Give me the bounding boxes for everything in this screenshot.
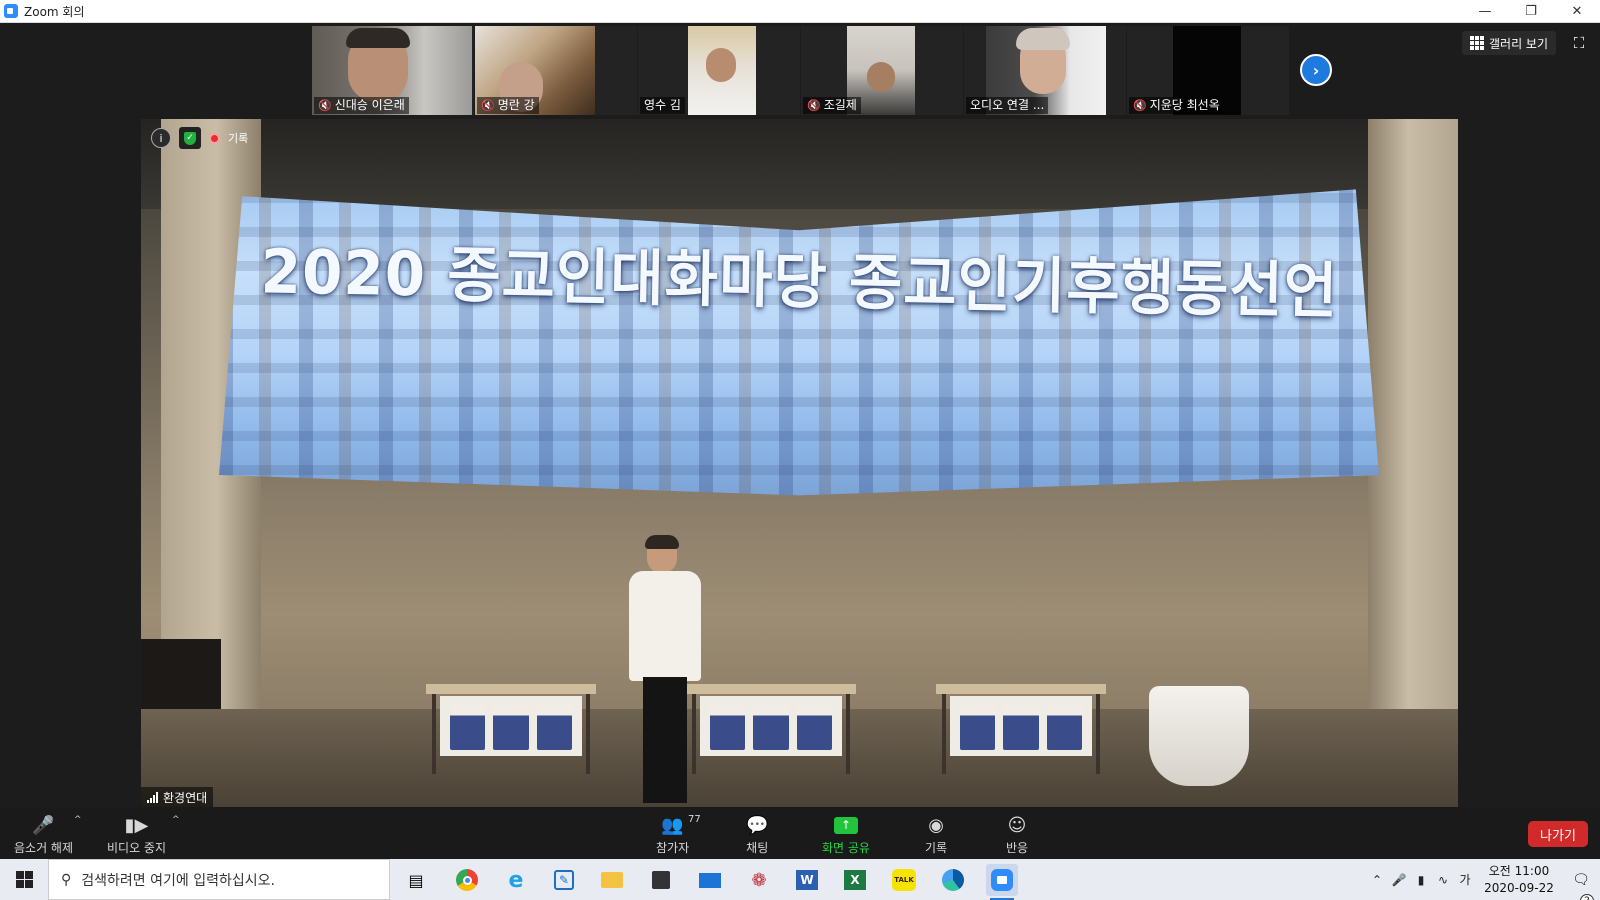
participant-name: 🔇 조길제 xyxy=(803,97,861,114)
system-tray: ⌃ 🎤 ▮ ∿ 가 오전 11:00 2020-09-22 🗨 2 xyxy=(1366,859,1600,900)
stop-video-button[interactable]: ▮▶ 비디오 중지 xyxy=(107,813,166,856)
participant-name: 🔇 신대승 이은래 xyxy=(314,97,409,114)
word-icon[interactable]: W xyxy=(791,864,823,896)
notification-icon: 🗨 xyxy=(1572,871,1590,888)
reactions-button[interactable]: ☺ 반응 xyxy=(1006,813,1028,856)
action-center-button[interactable]: 🗨 2 xyxy=(1562,871,1600,900)
share-screen-button[interactable]: ↑ 화면 공유 xyxy=(822,813,870,856)
recording-label: 기록 xyxy=(228,132,249,145)
active-speaker-video: 2020 종교인대화마당 종교인기후행동선언 i ✓ 기록 환경연대 xyxy=(141,119,1458,807)
chat-button[interactable]: 💬 채팅 xyxy=(746,813,768,856)
participant-tile[interactable]: 영수 김 xyxy=(638,26,800,115)
participant-tile[interactable]: 🔇 명란 강 xyxy=(475,26,637,115)
participant-tile[interactable]: 🔇 지윤당 최선옥 xyxy=(1127,26,1289,115)
zoom-app-icon xyxy=(4,4,18,18)
speaker-person xyxy=(619,535,711,807)
start-button[interactable] xyxy=(0,859,48,900)
gallery-view-button[interactable]: 갤러리 보기 xyxy=(1462,31,1557,55)
search-placeholder: 검색하려면 여기에 입력하십시오. xyxy=(81,872,275,889)
mail-icon[interactable] xyxy=(694,864,726,896)
window-title: Zoom 회의 xyxy=(24,4,85,19)
participant-name: 오디오 연결 ... xyxy=(966,97,1049,114)
taskbar-search[interactable]: ⚲ 검색하려면 여기에 입력하십시오. xyxy=(48,859,390,900)
chevron-right-icon: › xyxy=(1312,60,1320,80)
participant-tile[interactable]: 🔇 조길제 xyxy=(801,26,963,115)
clock-time: 오전 11:00 xyxy=(1488,863,1550,878)
record-icon: ◉ xyxy=(928,814,944,836)
participant-strip: 🔇 신대승 이은래 🔇 명란 강 영수 김 🔇 조길제 오디오 연결 ... 🔇… xyxy=(312,26,1290,115)
title-bar: Zoom 회의 — ❐ ✕ xyxy=(0,0,1600,23)
paint-icon[interactable]: ❁ xyxy=(743,864,775,896)
minimize-button[interactable]: — xyxy=(1462,0,1508,23)
share-screen-icon: ↑ xyxy=(833,813,858,837)
next-participants-button[interactable]: › xyxy=(1300,54,1332,86)
taskbar-clock[interactable]: 오전 11:00 2020-09-22 xyxy=(1476,863,1562,897)
mic-off-icon: 🎤 xyxy=(32,814,55,836)
chat-bubble-icon: 💬 xyxy=(746,814,769,836)
mic-muted-icon: 🔇 xyxy=(807,99,821,112)
gallery-view-label: 갤러리 보기 xyxy=(1489,36,1549,51)
video-camera-icon: ▮▶ xyxy=(124,814,149,836)
leave-meeting-button[interactable]: 나가기 xyxy=(1528,821,1588,847)
internet-explorer-icon[interactable]: e xyxy=(500,864,532,896)
mic-muted-icon: 🔇 xyxy=(481,99,495,112)
windows-logo-icon xyxy=(15,871,33,888)
video-options-caret[interactable]: ^ xyxy=(172,815,180,825)
mic-muted-icon: 🔇 xyxy=(1133,99,1147,112)
grid-icon xyxy=(1470,36,1484,50)
chrome-icon[interactable] xyxy=(451,864,483,896)
signal-strength-icon xyxy=(147,791,158,803)
meeting-area: 🔇 신대승 이은래 🔇 명란 강 영수 김 🔇 조길제 오디오 연결 ... 🔇… xyxy=(0,23,1600,807)
notes-icon[interactable]: ✎ xyxy=(548,864,580,896)
panel-table xyxy=(936,684,1106,774)
participant-tile[interactable]: 🔇 신대승 이은래 xyxy=(312,26,474,115)
chevron-up-icon[interactable]: ⌃ xyxy=(1366,873,1388,887)
mic-muted-icon: 🔇 xyxy=(318,99,332,112)
edge-icon[interactable] xyxy=(937,864,969,896)
restore-button[interactable]: ❐ xyxy=(1508,0,1554,23)
clock-date: 2020-09-22 xyxy=(1484,880,1554,895)
notification-count: 2 xyxy=(1580,893,1594,900)
zoom-window: Zoom 회의 — ❐ ✕ 🔇 신대승 이은래 🔇 명란 강 영수 김 🔇 조길… xyxy=(0,0,1600,900)
windows-taskbar: ⚲ 검색하려면 여기에 입력하십시오. ▤ e ✎ ❁ W X TALK ⌃ 🎤… xyxy=(0,859,1600,900)
security-shield-icon[interactable]: ✓ xyxy=(179,127,201,149)
task-view-icon[interactable]: ▤ xyxy=(400,864,432,896)
window-controls: — ❐ ✕ xyxy=(1462,0,1600,23)
participants-button[interactable]: 👥 참가자 xyxy=(656,813,689,856)
fullscreen-icon: ⛶ xyxy=(1573,34,1585,52)
info-icon[interactable]: i xyxy=(151,128,171,148)
participant-name: 영수 김 xyxy=(640,97,685,114)
store-icon[interactable] xyxy=(645,864,677,896)
ime-indicator[interactable]: 가 xyxy=(1454,871,1476,888)
file-explorer-icon[interactable] xyxy=(596,864,628,896)
speaker-name-tag: 환경연대 xyxy=(141,787,214,807)
participant-name: 🔇 명란 강 xyxy=(477,97,539,114)
kakaotalk-icon[interactable]: TALK xyxy=(888,864,920,896)
panel-table xyxy=(686,684,856,774)
record-button[interactable]: ◉ 기록 xyxy=(925,813,947,856)
audio-options-caret[interactable]: ^ xyxy=(74,815,82,825)
participant-tile[interactable]: 오디오 연결 ... xyxy=(964,26,1126,115)
battery-icon[interactable]: ▮ xyxy=(1410,873,1432,887)
smiley-plus-icon: ☺ xyxy=(1007,814,1027,836)
unmute-button[interactable]: 🎤 음소거 해제 xyxy=(14,813,73,856)
panel-table xyxy=(426,684,596,774)
recording-icon xyxy=(209,132,220,144)
participants-count: 77 xyxy=(688,814,701,825)
fullscreen-button[interactable]: ⛶ xyxy=(1570,34,1588,52)
white-cloth-table xyxy=(1149,686,1249,786)
close-button[interactable]: ✕ xyxy=(1554,0,1600,23)
search-icon: ⚲ xyxy=(61,871,72,888)
participants-icon: 👥 xyxy=(661,814,684,836)
meeting-toolbar: 🎤 음소거 해제 ^ ▮▶ 비디오 중지 ^ 👥 참가자 77 💬 채팅 ↑ 화… xyxy=(0,807,1600,859)
zoom-taskbar-icon[interactable] xyxy=(986,864,1018,900)
meeting-status-bar: i ✓ 기록 xyxy=(151,127,248,149)
participant-name: 🔇 지윤당 최선옥 xyxy=(1129,97,1224,114)
excel-icon[interactable]: X xyxy=(839,864,871,896)
wifi-icon[interactable]: ∿ xyxy=(1432,873,1454,887)
microphone-icon[interactable]: 🎤 xyxy=(1388,873,1410,887)
